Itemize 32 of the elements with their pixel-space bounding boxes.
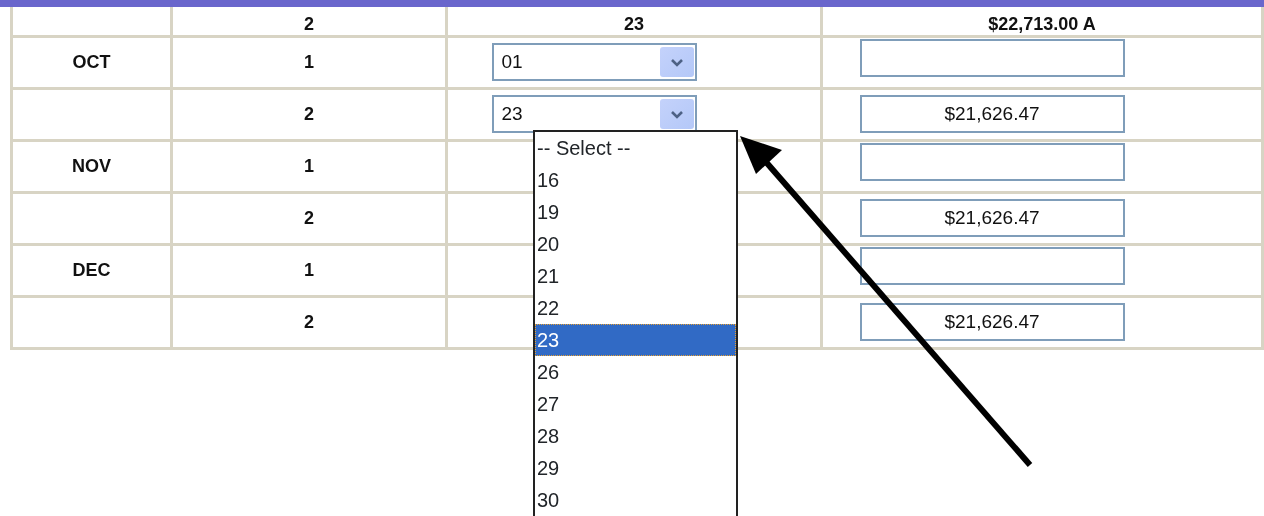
dropdown-option[interactable]: 27 — [535, 388, 736, 420]
dropdown-option[interactable]: 22 — [535, 292, 736, 324]
amount-field[interactable] — [859, 247, 1125, 285]
table-cell-text: 2 — [304, 206, 314, 230]
table-cell-text: 1 — [304, 258, 314, 282]
chevron-icon — [669, 57, 684, 67]
table-cell-text: 1 — [304, 50, 314, 74]
dropdown-option[interactable]: 30 — [535, 484, 736, 516]
amount-field[interactable]: $21,626.47 — [859, 95, 1125, 133]
amount-field[interactable]: $21,626.47 — [859, 303, 1125, 341]
table-cell-text: 2 — [304, 102, 314, 126]
table-cell-text: 2 — [304, 310, 314, 334]
day-dropdown[interactable]: 23 — [491, 95, 697, 133]
table-cell: $22,713.00 A — [988, 13, 1096, 34]
dropdown-option[interactable]: -- Select -- — [535, 132, 736, 164]
dropdown-option[interactable]: 29 — [535, 452, 736, 484]
amount-field[interactable]: $21,626.47 — [859, 199, 1125, 237]
dropdown-option[interactable]: 16 — [535, 164, 736, 196]
month-label: NOV — [72, 154, 111, 178]
dropdown-option[interactable]: 28 — [535, 420, 736, 452]
table-cell: 23 — [624, 13, 644, 34]
chevron-icon — [669, 109, 684, 119]
table-cell: 2 — [304, 13, 314, 34]
table-cell-text: 1 — [304, 154, 314, 178]
dropdown-option[interactable]: 20 — [535, 228, 736, 260]
day-dropdown[interactable]: 01 — [491, 43, 697, 81]
dropdown-option[interactable]: 23 — [535, 324, 736, 356]
amount-field[interactable] — [859, 143, 1125, 181]
month-label: OCT — [72, 50, 111, 74]
month-label: DEC — [72, 258, 111, 282]
dropdown-option[interactable]: 26 — [535, 356, 736, 388]
amount-field[interactable] — [859, 39, 1125, 77]
